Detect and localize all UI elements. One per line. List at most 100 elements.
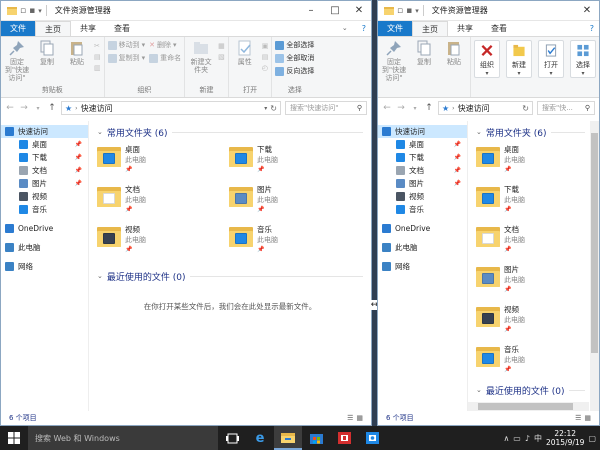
rename-button[interactable]: 重命名 xyxy=(149,53,181,63)
input-method-icon[interactable]: 中 xyxy=(534,433,542,444)
new-folder-quick-icon[interactable]: ▪ xyxy=(406,6,412,16)
copy-button[interactable]: 复制 xyxy=(34,40,60,82)
address-dropdown-icon[interactable]: ▾ xyxy=(264,105,267,112)
minimize-button[interactable]: – xyxy=(299,1,323,21)
sidebar-item[interactable]: 桌面 📌 xyxy=(378,138,467,151)
easy-access-icon[interactable]: ▧ xyxy=(218,53,225,61)
explorer-window-right[interactable]: ▫ ▪ ▾ 文件资源管理器 ✕ 文件 主页 共享 查看 ? 固定到"快速访问" xyxy=(377,0,600,426)
sidebar-item[interactable]: 桌面 📌 xyxy=(1,138,88,151)
sidebar-item[interactable]: 下载 📌 xyxy=(378,151,467,164)
horizontal-scrollbar[interactable] xyxy=(468,402,589,411)
sidebar-item[interactable]: 网络 xyxy=(1,260,88,273)
tab-view[interactable]: 查看 xyxy=(482,21,516,36)
move-to-button[interactable]: 移动到 ▾ xyxy=(107,40,145,50)
search-input[interactable]: 搜索"快... ⚲ xyxy=(537,101,595,115)
copy-button[interactable]: 复制 xyxy=(411,40,437,82)
history-icon[interactable]: ◴ xyxy=(262,64,269,72)
recent-locations-icon[interactable]: ▾ xyxy=(33,105,43,112)
tab-file[interactable]: 文件 xyxy=(378,21,412,36)
select-button[interactable]: 选择 ▾ xyxy=(567,37,599,97)
refresh-icon[interactable]: ↻ xyxy=(270,104,277,113)
forward-icon[interactable]: → xyxy=(396,103,406,113)
sidebar-item[interactable]: 视频 xyxy=(378,190,467,203)
sidebar-item[interactable]: 文档 📌 xyxy=(1,164,88,177)
network-tray-icon[interactable]: ▭ xyxy=(513,434,521,443)
properties-quick-icon[interactable]: ▫ xyxy=(20,6,26,16)
edge-button[interactable]: e xyxy=(246,426,274,450)
task-view-button[interactable] xyxy=(218,426,246,450)
folder-item[interactable]: 文档 此电脑 📌 xyxy=(476,225,585,265)
file-explorer-button[interactable] xyxy=(274,426,302,450)
tab-view[interactable]: 查看 xyxy=(105,21,139,36)
start-button[interactable] xyxy=(0,426,28,450)
recent-files-header[interactable]: ⌄ 最近使用的文件 (0) xyxy=(97,269,363,283)
delete-button[interactable]: ✕ 删除 ▾ xyxy=(149,40,181,50)
copy-to-button[interactable]: 复制到 ▾ xyxy=(107,53,145,63)
tab-share[interactable]: 共享 xyxy=(71,21,105,36)
open-icon[interactable]: ▣ xyxy=(262,42,269,50)
title-bar[interactable]: ▫ ▪ ▾ 文件资源管理器 – □ ✕ xyxy=(1,1,371,21)
large-icons-view-icon[interactable]: ▦ xyxy=(356,414,363,422)
open-button[interactable]: 打开 ▾ xyxy=(535,37,567,97)
folder-item[interactable]: 音乐 此电脑 📌 xyxy=(229,225,361,265)
quick-access-dropdown-icon[interactable]: ▾ xyxy=(38,7,42,15)
frequent-folders-header[interactable]: ⌄ 常用文件夹 (6) xyxy=(476,125,585,139)
sidebar-item[interactable]: 文档 📌 xyxy=(378,164,467,177)
close-button[interactable]: ✕ xyxy=(575,1,599,21)
details-view-icon[interactable]: ☰ xyxy=(347,414,353,422)
cut-icon[interactable]: ✂ xyxy=(94,42,101,50)
sidebar-item[interactable]: 图片 📌 xyxy=(1,177,88,190)
back-icon[interactable]: ← xyxy=(382,103,392,113)
folder-item[interactable]: 图片 此电脑 📌 xyxy=(229,185,361,225)
new-item-icon[interactable]: ▦ xyxy=(218,42,225,50)
recent-locations-icon[interactable]: ▾ xyxy=(410,105,420,112)
help-icon[interactable]: ? xyxy=(357,21,371,36)
properties-button[interactable]: 属性 xyxy=(232,40,258,72)
new-button[interactable]: 新建 ▾ xyxy=(503,37,535,97)
ribbon-expand-icon[interactable]: ⌄ xyxy=(333,21,357,36)
sidebar-item[interactable]: 网络 xyxy=(378,260,467,273)
notifications-icon[interactable]: ▢ xyxy=(588,434,596,443)
taskbar-search-input[interactable]: 搜索 Web 和 Windows xyxy=(28,426,218,450)
folder-item[interactable]: 下载 此电脑 📌 xyxy=(229,145,361,185)
title-bar[interactable]: ▫ ▪ ▾ 文件资源管理器 ✕ xyxy=(378,1,599,21)
tray-expand-icon[interactable]: ∧ xyxy=(503,434,509,443)
sidebar-item[interactable]: 音乐 xyxy=(1,203,88,216)
tab-file[interactable]: 文件 xyxy=(1,21,35,36)
refresh-icon[interactable]: ↻ xyxy=(522,104,529,113)
organize-button[interactable]: 组织 ▾ xyxy=(471,37,503,97)
folder-item[interactable]: 下载 此电脑 📌 xyxy=(476,185,585,225)
edit-icon[interactable]: ▤ xyxy=(262,53,269,61)
forward-icon[interactable]: → xyxy=(19,103,29,113)
explorer-window-left[interactable]: ▫ ▪ ▾ 文件资源管理器 – □ ✕ 文件 主页 共享 查看 ⌄ ? 固定到"… xyxy=(0,0,372,426)
sidebar-item[interactable]: OneDrive xyxy=(1,222,88,235)
sidebar-item[interactable]: 此电脑 xyxy=(378,241,467,254)
folder-item[interactable]: 视频 此电脑 📌 xyxy=(476,305,585,345)
vertical-scrollbar[interactable] xyxy=(590,121,599,411)
frequent-folders-header[interactable]: ⌄ 常用文件夹 (6) xyxy=(97,125,363,139)
tab-home[interactable]: 主页 xyxy=(35,21,71,36)
sidebar-item[interactable]: 图片 📌 xyxy=(378,177,467,190)
folder-item[interactable]: 文档 此电脑 📌 xyxy=(97,185,229,225)
maximize-button[interactable]: □ xyxy=(323,1,347,21)
folder-item[interactable]: 视频 此电脑 📌 xyxy=(97,225,229,265)
volume-icon[interactable]: ♪ xyxy=(525,434,530,443)
sidebar-item[interactable]: OneDrive xyxy=(378,222,467,235)
store-button[interactable] xyxy=(302,426,330,450)
tab-share[interactable]: 共享 xyxy=(448,21,482,36)
folder-item[interactable]: 音乐 此电脑 📌 xyxy=(476,345,585,385)
pin-quick-access-button[interactable]: 固定到"快速访问" xyxy=(381,40,407,82)
paste-button[interactable]: 粘贴 xyxy=(64,40,90,82)
address-input[interactable]: ★ › 快速访问 ▾ ↻ xyxy=(61,101,281,115)
large-icons-view-icon[interactable]: ▦ xyxy=(584,414,591,422)
sidebar-item[interactable]: 快速访问 xyxy=(378,125,467,138)
folder-item[interactable]: 图片 此电脑 📌 xyxy=(476,265,585,305)
paste-shortcut-icon[interactable]: ▥ xyxy=(94,64,101,72)
details-view-icon[interactable]: ☰ xyxy=(575,414,581,422)
scrollbar-thumb[interactable] xyxy=(591,133,598,353)
select-none-button[interactable]: 全部取消 xyxy=(275,53,314,63)
tab-home[interactable]: 主页 xyxy=(412,21,448,36)
recent-files-header[interactable]: ⌄ 最近使用的文件 (0) xyxy=(476,383,585,397)
properties-quick-icon[interactable]: ▫ xyxy=(397,6,403,16)
up-icon[interactable]: ↑ xyxy=(47,103,57,113)
